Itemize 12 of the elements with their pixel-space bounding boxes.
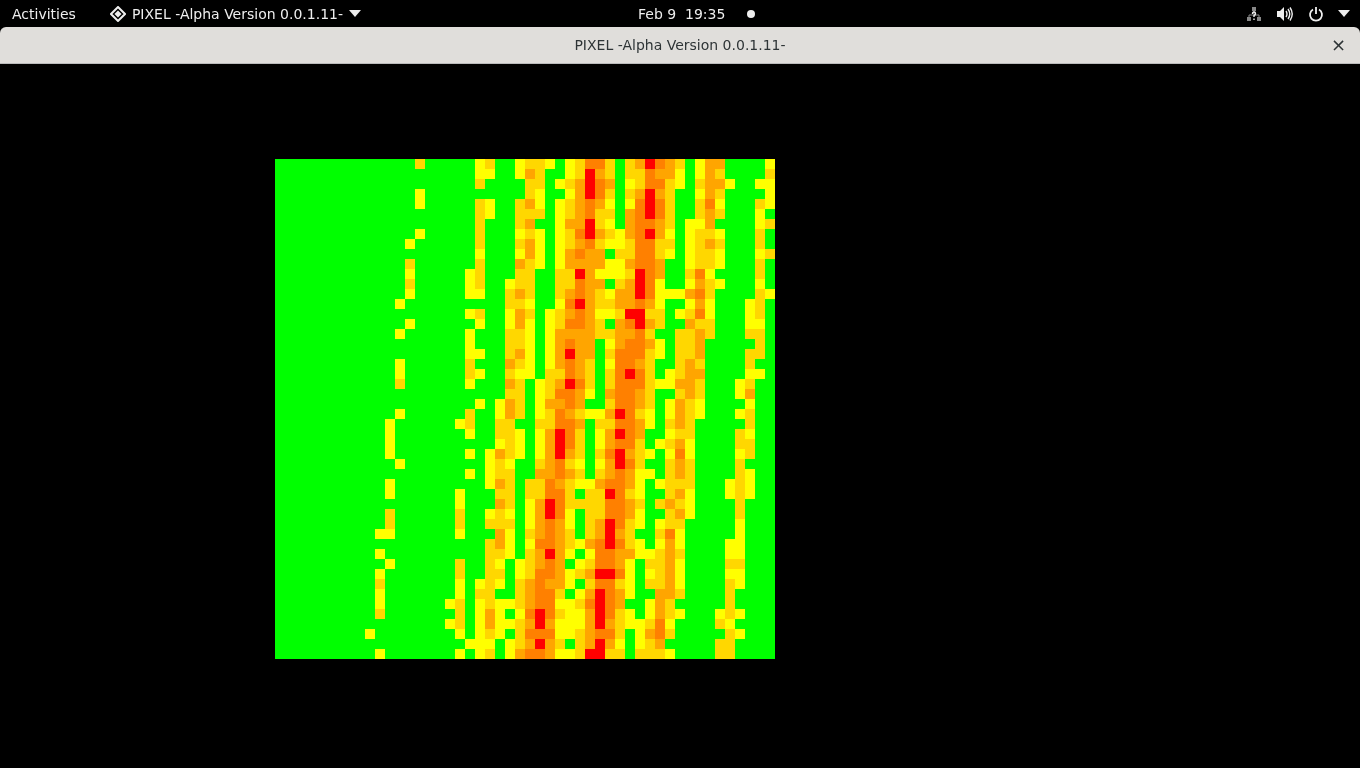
caret-icon [349,10,361,17]
app-icon [109,5,126,22]
app-menu[interactable]: PIXEL -Alpha Version 0.0.1.11- [109,5,361,22]
power-icon[interactable] [1308,5,1324,22]
close-button[interactable]: × [1326,34,1350,56]
volume-icon[interactable] [1276,5,1294,22]
network-icon[interactable] [1246,5,1262,22]
activities-button[interactable]: Activities [0,5,88,22]
caret-icon[interactable] [1338,10,1350,17]
notification-dot-icon [747,9,756,18]
clock[interactable]: Feb 9 19:35 [638,5,726,22]
window-title: PIXEL -Alpha Version 0.0.1.11- [574,37,786,53]
